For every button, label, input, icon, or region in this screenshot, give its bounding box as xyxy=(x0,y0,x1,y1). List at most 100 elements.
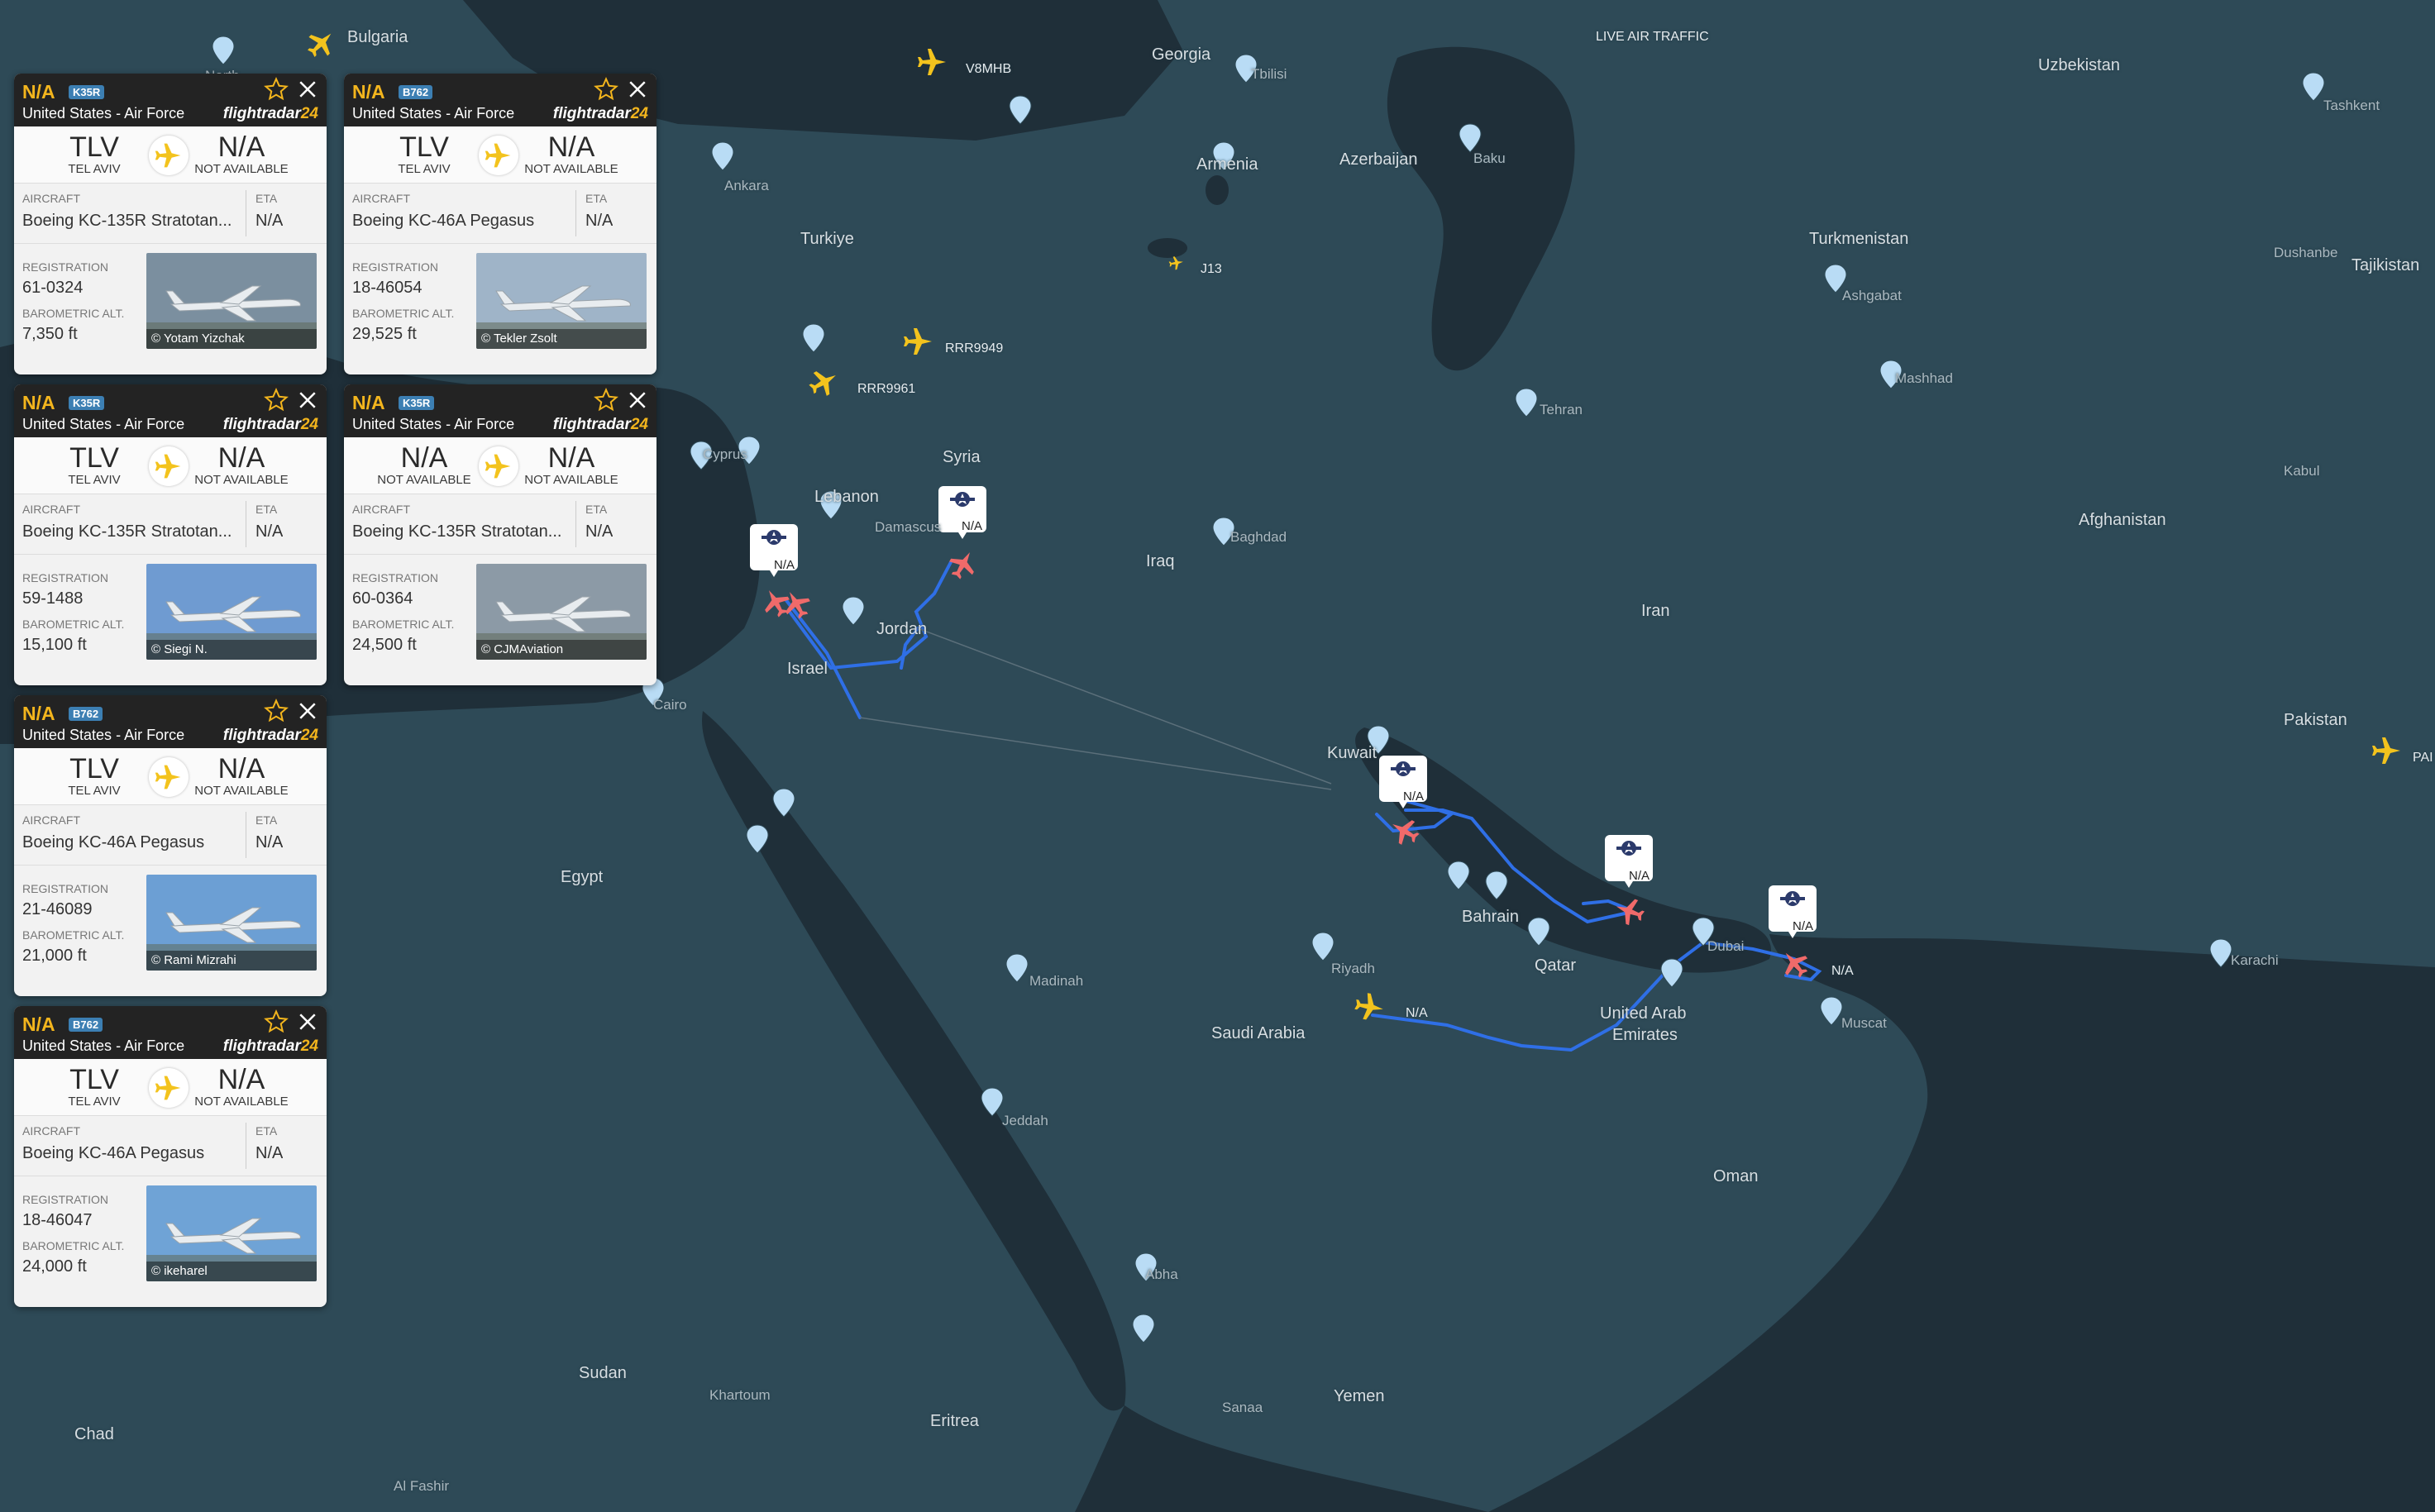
registration-value: 18-46054 xyxy=(352,279,423,297)
aircraft-type-badge: K35R xyxy=(399,396,435,410)
aircraft-row: AIRCRAFT Boeing KC-135R Stratotan... ETA… xyxy=(344,494,656,555)
origin: TLV TEL AVIV xyxy=(41,753,148,798)
origin-name: TEL AVIV xyxy=(68,162,121,176)
star-icon[interactable] xyxy=(594,388,618,413)
card-header: N/A K35R United States - Air Force fligh… xyxy=(344,384,656,437)
card-header: N/A K35R United States - Air Force fligh… xyxy=(14,384,327,437)
flight-card[interactable]: N/A K35R United States - Air Force fligh… xyxy=(14,74,327,374)
aircraft-type-badge: K35R xyxy=(69,85,105,99)
details-row: REGISTRATION 18-46054 BAROMETRIC ALT. 29… xyxy=(344,244,656,374)
eta-value: N/A xyxy=(585,522,614,541)
aircraft-row: AIRCRAFT Boeing KC-135R Stratotan... ETA… xyxy=(14,494,327,555)
city-label: Baku xyxy=(1473,150,1506,166)
operator-name: United States - Air Force xyxy=(22,727,185,743)
eta-label: ETA xyxy=(585,192,608,205)
city-label: Ankara xyxy=(724,178,769,193)
callsign: N/A xyxy=(22,1014,55,1035)
flightradar24-logo: flightradar24 xyxy=(222,1037,318,1055)
operator-name: United States - Air Force xyxy=(22,1037,185,1054)
origin-name: TEL AVIV xyxy=(68,784,121,798)
origin: N/A NOT AVAILABLE xyxy=(370,442,478,487)
aircraft-photo[interactable]: © Rami Mizrahi xyxy=(146,875,317,971)
flight-card[interactable]: N/A B762 United States - Air Force fligh… xyxy=(14,695,327,996)
eta-value: N/A xyxy=(585,212,614,230)
origin: TLV TEL AVIV xyxy=(41,131,148,176)
eta-value: N/A xyxy=(255,212,284,230)
country-label: Oman xyxy=(1713,1167,1759,1185)
details-row: REGISTRATION 61-0324 BAROMETRIC ALT. 7,3… xyxy=(14,244,327,374)
country-label: Sudan xyxy=(579,1364,627,1382)
altitude-label: BAROMETRIC ALT. xyxy=(22,307,125,320)
city-label: Dushanbe xyxy=(2274,245,2338,260)
destination-code: N/A xyxy=(217,131,265,163)
aircraft-label: AIRCRAFT xyxy=(352,503,410,516)
aircraft-photo[interactable]: © CJMAviation xyxy=(476,564,647,660)
aircraft-type-badge: B762 xyxy=(69,1018,103,1032)
origin: TLV TEL AVIV xyxy=(41,1064,148,1109)
close-icon[interactable] xyxy=(625,388,650,413)
registration-value: 59-1488 xyxy=(22,589,84,608)
city-label: Al Fashir xyxy=(394,1478,450,1494)
country-label: Armenia xyxy=(1196,155,1258,174)
photo-credit: © Yotam Yizchak xyxy=(146,329,317,349)
country-label: Egypt xyxy=(561,868,604,886)
photo-credit: © Siegi N. xyxy=(146,640,317,660)
country-label: Turkmenistan xyxy=(1809,230,1909,248)
close-icon[interactable] xyxy=(295,1009,320,1034)
callout-label: N/A xyxy=(962,519,983,533)
city-label: Ashgabat xyxy=(1842,288,1902,303)
altitude-label: BAROMETRIC ALT. xyxy=(22,1239,125,1252)
close-icon[interactable] xyxy=(295,699,320,723)
aircraft-photo[interactable]: © ikeharel xyxy=(146,1185,317,1281)
close-icon[interactable] xyxy=(295,388,320,413)
star-icon[interactable] xyxy=(264,1009,289,1034)
country-label: Kuwait xyxy=(1327,744,1377,762)
destination-name: NOT AVAILABLE xyxy=(194,1095,289,1109)
route-row: TLV TEL AVIV N/A NOT AVAILABLE xyxy=(344,126,656,184)
flight-label: LIVE AIR TRAFFIC xyxy=(1596,30,1709,44)
plane-icon xyxy=(149,446,189,486)
card-header: N/A B762 United States - Air Force fligh… xyxy=(14,1006,327,1059)
country-label: Yemen xyxy=(1334,1387,1385,1405)
destination: N/A NOT AVAILABLE xyxy=(518,131,625,176)
aircraft-row: AIRCRAFT Boeing KC-46A Pegasus ETA N/A xyxy=(14,1116,327,1176)
operator-name: United States - Air Force xyxy=(352,105,515,122)
eta-label: ETA xyxy=(255,813,278,827)
callout-label: N/A xyxy=(774,558,795,572)
star-icon[interactable] xyxy=(264,388,289,413)
eta-value: N/A xyxy=(255,522,284,541)
operator-name: United States - Air Force xyxy=(22,416,185,432)
star-icon[interactable] xyxy=(594,77,618,102)
aircraft-model: Boeing KC-46A Pegasus xyxy=(22,1144,205,1162)
origin-code: N/A xyxy=(400,442,448,474)
country-label: Iran xyxy=(1641,602,1670,620)
star-icon[interactable] xyxy=(264,77,289,102)
details-row: REGISTRATION 21-46089 BAROMETRIC ALT. 21… xyxy=(14,866,327,996)
flight-card[interactable]: N/A B762 United States - Air Force fligh… xyxy=(344,74,656,374)
origin-name: TEL AVIV xyxy=(68,1095,121,1109)
photo-credit: © ikeharel xyxy=(146,1262,317,1281)
callsign: N/A xyxy=(352,392,385,413)
flight-card[interactable]: N/A B762 United States - Air Force fligh… xyxy=(14,1006,327,1307)
aircraft-row: AIRCRAFT Boeing KC-46A Pegasus ETA N/A xyxy=(344,184,656,244)
aircraft-photo[interactable]: © Yotam Yizchak xyxy=(146,253,317,349)
eta-label: ETA xyxy=(255,192,278,205)
plane-icon xyxy=(149,1068,189,1108)
city-label: Khartoum xyxy=(709,1387,771,1403)
close-icon[interactable] xyxy=(295,77,320,102)
operator-name: United States - Air Force xyxy=(352,416,515,432)
aircraft-photo[interactable]: © Siegi N. xyxy=(146,564,317,660)
close-icon[interactable] xyxy=(625,77,650,102)
flight-card[interactable]: N/A K35R United States - Air Force fligh… xyxy=(14,384,327,685)
destination-code: N/A xyxy=(217,442,265,474)
destination-code: N/A xyxy=(547,131,595,163)
flight-card[interactable]: N/A K35R United States - Air Force fligh… xyxy=(344,384,656,685)
city-label: Madinah xyxy=(1029,973,1084,989)
aircraft-photo[interactable]: © Tekler Zsolt xyxy=(476,253,647,349)
callsign: N/A xyxy=(352,81,385,103)
flight-label: PAI xyxy=(2413,751,2433,765)
altitude-label: BAROMETRIC ALT. xyxy=(352,307,455,320)
altitude-value: 24,000 ft xyxy=(22,1257,87,1276)
star-icon[interactable] xyxy=(264,699,289,723)
flight-label: J13 xyxy=(1201,262,1222,276)
